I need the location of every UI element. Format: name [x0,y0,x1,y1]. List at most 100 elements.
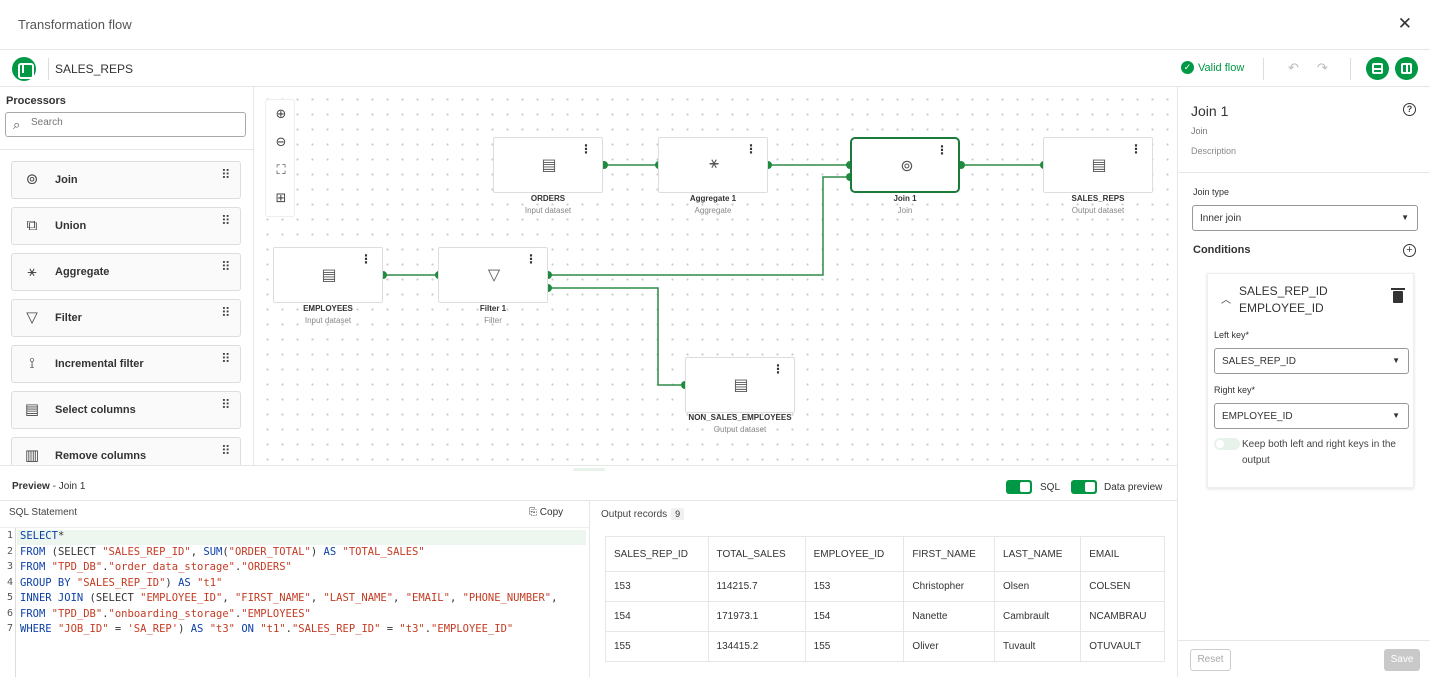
column-header[interactable]: EMAIL [1080,536,1165,572]
node-filter[interactable]: ▽ ⋮ [438,247,548,303]
redo-icon[interactable]: ↷ [1317,60,1328,76]
code-line: FROM "TPD_DB"."onboarding_storage"."EMPL… [20,608,311,620]
search-input[interactable] [31,117,231,128]
copy-button[interactable]: ⎘ Copy [529,507,563,518]
chevron-up-icon[interactable]: ︿ [1221,291,1231,306]
processor-item-join[interactable]: ⊚ Join ⠿ [11,161,241,199]
chevron-down-icon: ▼ [1392,411,1400,420]
keep-keys-toggle[interactable] [1214,438,1240,450]
processor-item-remove-columns[interactable]: ▥ Remove columns ⠿ [11,437,241,465]
drag-handle-icon[interactable]: ⠿ [221,260,231,273]
code-token: "EMPLOYEE_ID" [140,592,223,604]
table-cell: 153 [804,571,905,602]
sql-editor[interactable]: 1 SELECT* 2 FROM (SELECT "SALES_REP_ID", SU… [0,527,589,677]
copy-icon: ⎘ [529,507,537,518]
node-sales-reps[interactable]: ▤ ⋮ [1043,137,1153,193]
data-preview-toggle[interactable] [1071,480,1097,494]
panel-toggle-button[interactable] [12,57,36,81]
node-non-sales-employees[interactable]: ▤ ⋮ [685,357,795,413]
code-token: "order_data_storage" [108,561,235,573]
node-menu-icon[interactable]: ⋮ [1130,142,1142,156]
right-key-select[interactable]: EMPLOYEE_ID ▼ [1214,403,1409,429]
code-token: "JOB_ID" [57,623,109,635]
resize-handle[interactable] [573,468,605,471]
column-header[interactable]: TOTAL_SALES [707,536,806,572]
table-cell: 154 [605,601,709,632]
left-key-value: SALES_REP_ID [1222,356,1296,367]
node-sublabel: Filter [484,316,502,325]
node-menu-icon[interactable]: ⋮ [745,142,757,156]
left-key-select[interactable]: SALES_REP_ID ▼ [1214,348,1409,374]
undo-icon[interactable]: ↶ [1288,60,1299,76]
left-key-label: Left key* [1214,330,1250,340]
join-icon: ⊚ [900,158,914,175]
reset-button[interactable]: Reset [1190,649,1231,671]
processor-item-select-columns[interactable]: ▤ Select columns ⠿ [11,391,241,429]
line-number: 7 [6,623,13,634]
node-label: Filter 1 [479,304,507,313]
window-title: Transformation flow [18,17,132,32]
processor-search[interactable]: ⌕ [5,112,246,137]
drag-handle-icon[interactable]: ⠿ [221,214,231,227]
bottom-panel-icon [1372,63,1383,74]
drag-handle-icon[interactable]: ⠿ [221,444,231,457]
sql-toggle[interactable] [1006,480,1032,494]
conditions-label: Conditions [1193,244,1251,256]
close-icon[interactable]: ✕ [1398,14,1412,34]
dataset-icon: ▤ [541,157,557,174]
line-number: 2 [6,545,13,557]
node-menu-icon[interactable]: ⋮ [525,252,537,266]
drag-handle-icon[interactable]: ⠿ [221,168,231,181]
add-condition-icon[interactable]: + [1403,244,1416,257]
node-menu-icon[interactable]: ⋮ [580,142,592,156]
code-token: AS [178,576,191,589]
code-token: FROM [20,607,46,620]
processor-label: Aggregate [55,266,110,278]
node-label: Aggregate 1 [689,194,737,203]
code-token: INNER JOIN [20,592,84,604]
processor-item-union[interactable]: ⧉ Union ⠿ [11,207,241,245]
node-label: SALES_REPS [1071,194,1125,203]
column-header[interactable]: SALES_REP_ID [605,536,709,572]
node-menu-icon[interactable]: ⋮ [360,252,372,266]
processor-item-aggregate[interactable]: ⚹ Aggregate ⠿ [11,253,241,291]
search-icon: ⌕ [13,117,21,132]
table-cell: Cambrault [994,601,1082,632]
node-menu-icon[interactable]: ⋮ [936,143,948,157]
drag-handle-icon[interactable]: ⠿ [221,398,231,411]
code-token: ) [178,623,191,635]
dataset-icon: ▤ [733,377,749,394]
node-menu-icon[interactable]: ⋮ [772,362,784,376]
node-orders[interactable]: ▤ ⋮ [493,137,603,193]
node-sublabel: Join [897,206,913,215]
processor-item-incremental-filter[interactable]: ⟟ Incremental filter ⠿ [11,345,241,383]
copy-label: Copy [539,507,564,518]
column-header[interactable]: EMPLOYEE_ID [804,536,905,572]
flow-canvas[interactable]: ⊕ ⊖ ⛶ ⊞ ▤ ⋮ ORDERS Input dataset ⚹ ⋮ Agg… [255,87,1176,465]
node-join[interactable]: ⊚ ⋮ [850,137,960,193]
table-cell: 153 [605,571,709,602]
join-type-select[interactable]: Inner join ▼ [1192,205,1418,231]
processors-heading: Processors [6,95,66,107]
node-sublabel: Input dataset [524,206,572,215]
drag-handle-icon[interactable]: ⠿ [221,306,231,319]
window-header: Transformation flow ✕ [0,0,1430,50]
code-token: (SELECT [83,592,141,604]
save-button[interactable]: Save [1384,649,1420,671]
node-employees[interactable]: ▤ ⋮ [273,247,383,303]
column-header[interactable]: LAST_NAME [994,536,1082,572]
description-field[interactable]: Description [1191,146,1236,156]
node-sublabel: Output dataset [713,425,767,434]
code-token: ON [241,623,254,635]
column-header[interactable]: FIRST_NAME [903,536,996,572]
processor-item-filter[interactable]: ▽ Filter ⠿ [11,299,241,337]
drag-handle-icon[interactable]: ⠿ [221,352,231,365]
flow-name: SALES_REPS [55,62,134,76]
help-icon[interactable]: ? [1403,103,1416,116]
node-aggregate[interactable]: ⚹ ⋮ [658,137,768,193]
toggle-right-panel-button[interactable] [1395,57,1418,80]
trash-icon[interactable] [1391,288,1405,303]
right-key-label: Right key* [1214,385,1256,395]
union-icon: ⧉ [26,217,38,234]
toggle-bottom-panel-button[interactable] [1366,57,1389,80]
